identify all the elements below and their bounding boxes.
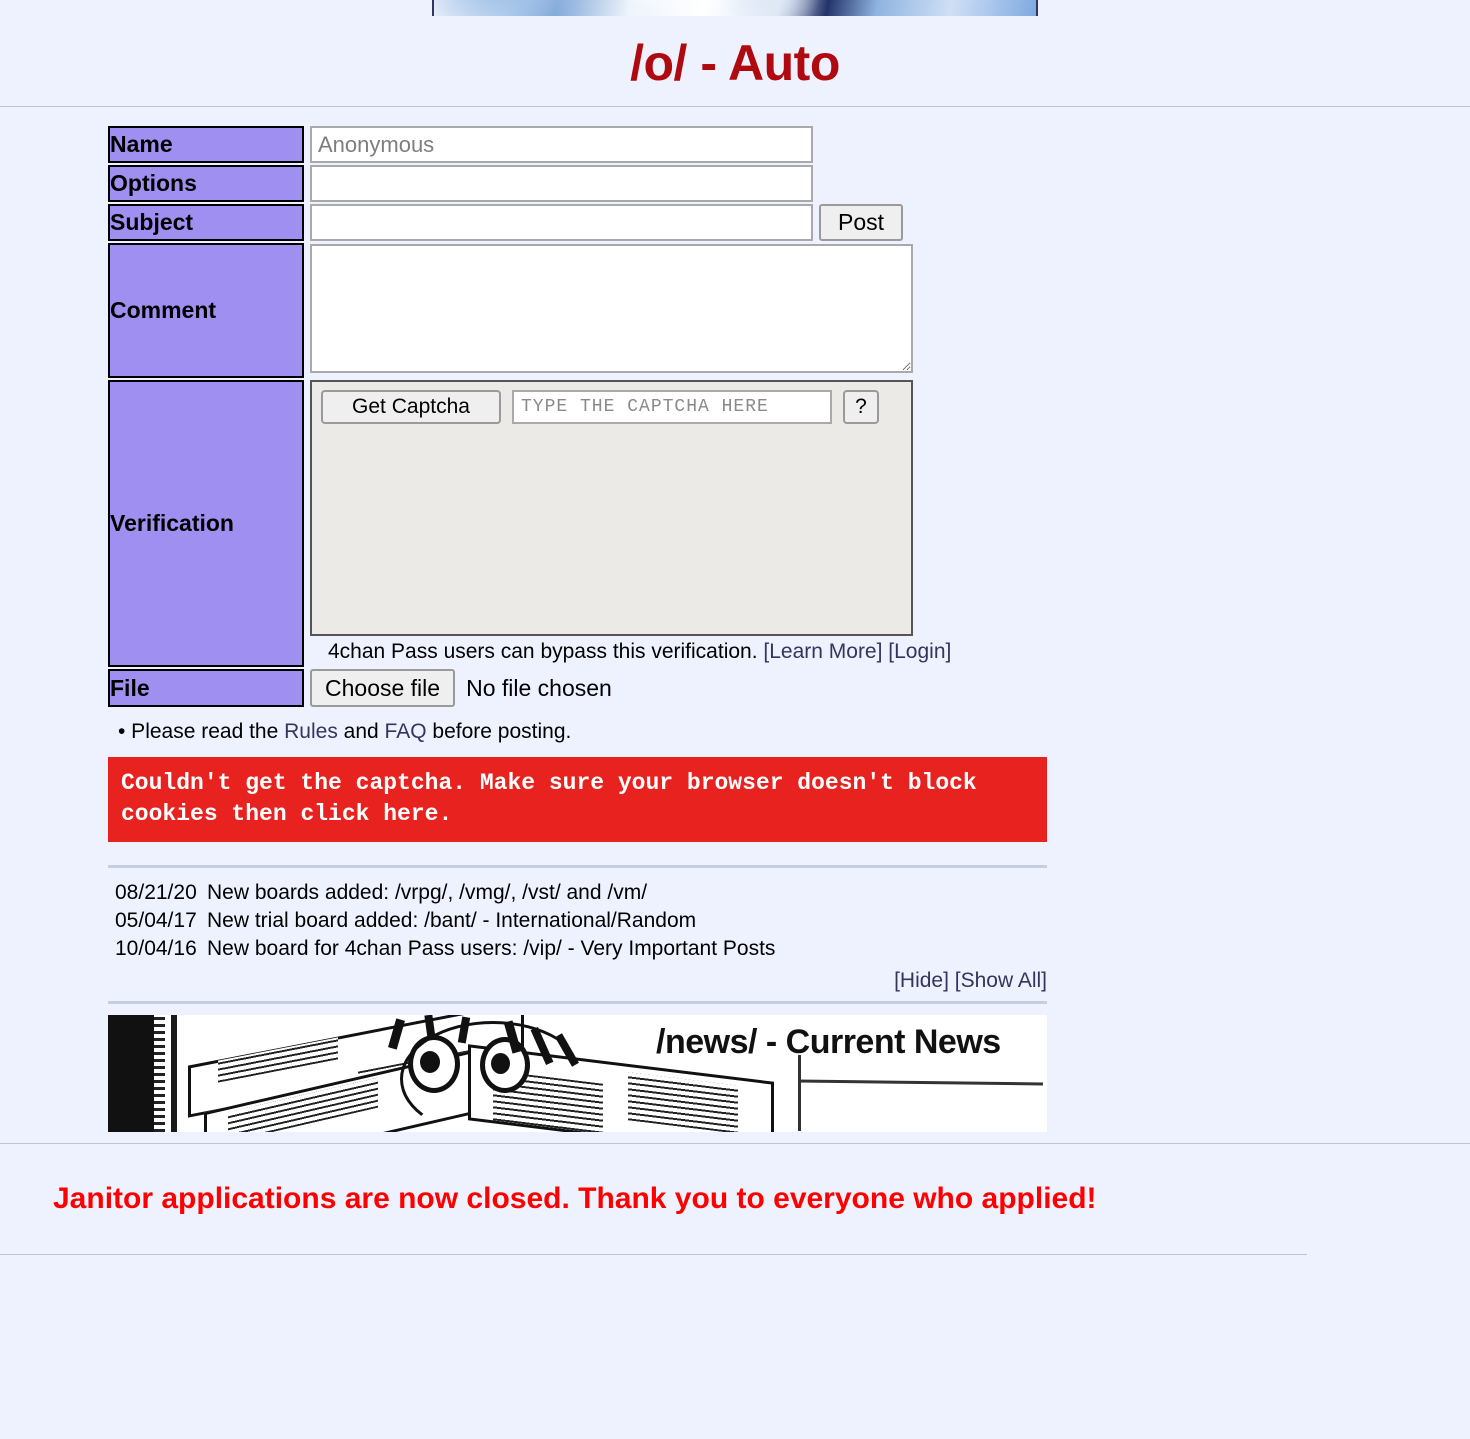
- form-row-name: Name: [108, 126, 951, 163]
- click-here-link[interactable]: click here: [300, 801, 438, 827]
- login-link[interactable]: [Login]: [888, 640, 951, 663]
- captcha-help-button[interactable]: ?: [843, 390, 879, 424]
- post-form: Name Options Subject Post Comment: [108, 124, 951, 709]
- news-text[interactable]: New boards added: /vrpg/, /vmg/, /vst/ a…: [207, 881, 647, 904]
- footer-bottom-divider: [0, 1254, 1307, 1255]
- page-title: /o/ - Auto: [630, 35, 840, 91]
- news-banner-image[interactable]: /news/ - Current News: [108, 1015, 1047, 1132]
- error-line-2-suffix: .: [438, 801, 453, 827]
- captcha-container: Get Captcha ?: [310, 380, 913, 636]
- learn-more-link[interactable]: [Learn More]: [763, 640, 882, 663]
- label-file: File: [108, 669, 304, 707]
- rules-line: • Please read the Rules and FAQ before p…: [118, 720, 1470, 744]
- banner-art-head-outline: [400, 1021, 586, 1132]
- news-hide-link[interactable]: [Hide]: [894, 969, 949, 992]
- news-bottom-divider: [108, 1001, 1047, 1004]
- get-captcha-button[interactable]: Get Captcha: [321, 390, 501, 424]
- news-date: 10/04/16: [115, 937, 197, 960]
- error-line-2-prefix: cookies then: [121, 801, 301, 827]
- board-banner-image[interactable]: [432, 0, 1038, 16]
- janitor-notice: Janitor applications are now closed. Tha…: [53, 1182, 1097, 1215]
- label-comment: Comment: [108, 243, 304, 378]
- banner-art-horizontal-rule: [797, 1079, 1044, 1086]
- news-top-divider: [108, 865, 1047, 868]
- form-row-subject: Subject Post: [108, 204, 951, 241]
- news-show-all-link[interactable]: [Show All]: [955, 969, 1047, 992]
- options-input[interactable]: [310, 165, 813, 202]
- janitor-notice-wrap: Janitor applications are now closed. Tha…: [0, 1144, 1470, 1254]
- file-picker: Choose file No file chosen: [310, 669, 951, 707]
- board-banner: [0, 0, 1470, 16]
- news-toggle-controls: [Hide] [Show All]: [108, 963, 1047, 1001]
- error-line-2: cookies then click here.: [121, 799, 1047, 830]
- news-text[interactable]: New board for 4chan Pass users: /vip/ - …: [207, 937, 775, 960]
- banner-art-dark-bar: [108, 1015, 154, 1132]
- file-status-text: No file chosen: [466, 674, 612, 701]
- choose-file-button[interactable]: Choose file: [310, 669, 456, 707]
- rules-tail-text: before posting.: [426, 720, 572, 743]
- news-text[interactable]: New trial board added: /bant/ - Internat…: [207, 909, 696, 932]
- captcha-error-banner: Couldn't get the captcha. Make sure your…: [108, 757, 1047, 842]
- rules-bullet-text: • Please read the: [118, 720, 285, 743]
- news-item-0: 08/21/20 New boards added: /vrpg/, /vmg/,…: [115, 879, 1470, 907]
- captcha-controls: Get Captcha ?: [321, 390, 902, 424]
- label-subject: Subject: [108, 204, 304, 241]
- captcha-input[interactable]: [512, 390, 832, 424]
- form-row-verification: Verification Get Captcha ? 4chan Pass us…: [108, 380, 951, 667]
- form-row-options: Options: [108, 165, 951, 202]
- pass-note: 4chan Pass users can bypass this verific…: [310, 636, 951, 667]
- news-date: 08/21/20: [115, 881, 197, 904]
- news-list: 08/21/20 New boards added: /vrpg/, /vmg/,…: [115, 879, 1470, 963]
- banner-art-vertical-rule: [798, 1055, 801, 1131]
- news-banner-wrap: /news/ - Current News: [108, 1015, 1470, 1132]
- subject-input[interactable]: [310, 204, 813, 241]
- post-button[interactable]: Post: [819, 204, 903, 241]
- pass-note-text: 4chan Pass users can bypass this verific…: [328, 640, 758, 663]
- news-item-1: 05/04/17 New trial board added: /bant/ - …: [115, 907, 1470, 935]
- label-verification: Verification: [108, 380, 304, 667]
- banner-art-strut: [171, 1015, 177, 1132]
- rules-link[interactable]: Rules: [284, 720, 338, 743]
- faq-link[interactable]: FAQ: [385, 720, 427, 743]
- label-options: Options: [108, 165, 304, 202]
- banner-art-hatch: [154, 1015, 165, 1132]
- label-name: Name: [108, 126, 304, 163]
- header-divider: [0, 106, 1470, 107]
- form-row-file: File Choose file No file chosen: [108, 669, 951, 707]
- form-row-comment: Comment: [108, 243, 951, 378]
- error-line-1: Couldn't get the captcha. Make sure your…: [121, 770, 977, 796]
- news-date: 05/04/17: [115, 909, 197, 932]
- news-banner-title: /news/ - Current News: [656, 1023, 1001, 1061]
- rules-and-text: and: [337, 720, 385, 743]
- news-item-2: 10/04/16 New board for 4chan Pass users: …: [115, 935, 1470, 963]
- name-input[interactable]: [310, 126, 813, 163]
- comment-textarea[interactable]: [310, 243, 913, 373]
